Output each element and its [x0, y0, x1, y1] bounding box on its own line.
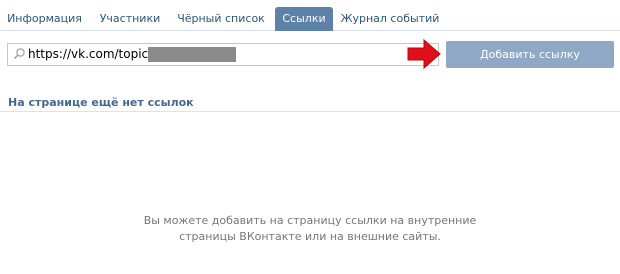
link-url-value: https://vk.com/topic-3	[28, 47, 161, 61]
tab-members[interactable]: Участники	[94, 7, 166, 31]
red-arrow-icon	[406, 38, 442, 70]
section-title: На странице ещё нет ссылок	[8, 96, 194, 109]
tab-event-log[interactable]: Журнал событий	[338, 7, 442, 31]
link-toolbar: https://vk.com/topic-3 Добавить ссылку	[0, 32, 620, 82]
search-icon	[12, 47, 26, 61]
add-link-button[interactable]: Добавить ссылку	[446, 41, 614, 68]
redacted-text	[148, 47, 236, 62]
tab-links[interactable]: Ссылки	[275, 7, 333, 31]
divider	[0, 111, 620, 112]
link-url-input[interactable]: https://vk.com/topic-3	[7, 43, 439, 66]
tab-blacklist[interactable]: Чёрный список	[174, 7, 268, 31]
empty-state-message: Вы можете добавить на страницу ссылки на…	[0, 213, 620, 245]
tab-bar: Информация Участники Чёрный список Ссылк…	[0, 0, 620, 31]
empty-state-line-1: Вы можете добавить на страницу ссылки на…	[143, 214, 477, 227]
tab-info[interactable]: Информация	[6, 7, 83, 31]
empty-state-line-2: страницы ВКонтакте или на внешние сайты.	[179, 230, 441, 243]
